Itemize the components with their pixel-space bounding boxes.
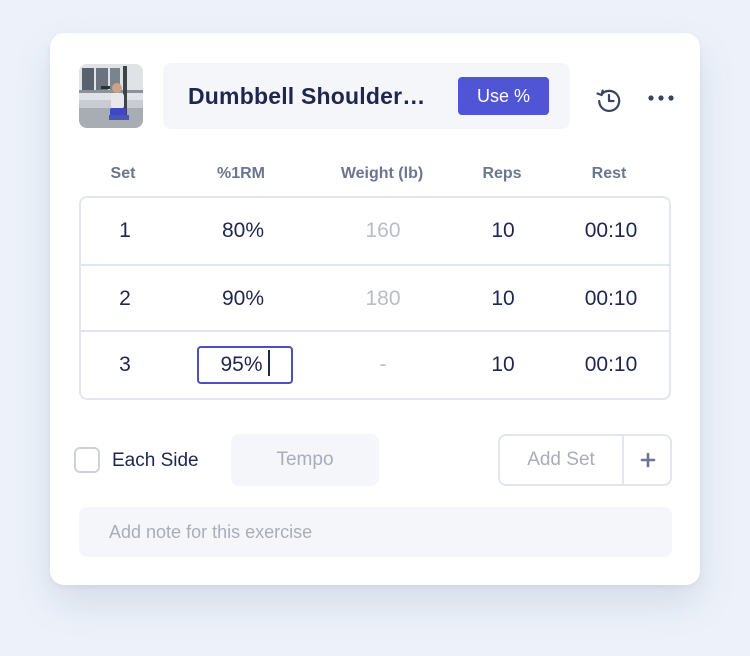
add-set-button[interactable]: Add Set	[500, 436, 622, 484]
exercise-title-box: Dumbbell Shoulder… Use %	[163, 63, 570, 129]
column-header-set: Set	[110, 165, 136, 182]
tempo-input[interactable]: Tempo	[231, 434, 379, 486]
weight-field[interactable]: 160	[323, 198, 443, 264]
set-number: 1	[119, 219, 131, 242]
weight-field[interactable]: -	[323, 332, 443, 398]
history-icon[interactable]	[594, 85, 624, 115]
each-side-checkbox[interactable]	[74, 447, 100, 473]
exercise-thumbnail[interactable]	[79, 64, 143, 128]
more-icon[interactable]	[647, 88, 675, 108]
use-percent-button[interactable]: Use %	[458, 77, 549, 115]
sets-table: 1 80% 160 10 00:10 2 90% 180 10 00:10 3 …	[79, 196, 671, 400]
set-row: 2 90% 180 10 00:10	[81, 264, 669, 332]
percent-1rm-input-active[interactable]: 95%	[197, 346, 293, 384]
set-row: 3 95% - 10 00:10	[81, 330, 669, 398]
percent-1rm-field[interactable]: 90%	[193, 266, 293, 332]
set-number: 2	[119, 287, 131, 310]
set-row: 1 80% 160 10 00:10	[81, 198, 669, 264]
rest-field[interactable]: 00:10	[571, 266, 651, 332]
add-set-group: Add Set	[498, 434, 672, 486]
exercise-card: Dumbbell Shoulder… Use % Set %1RM Weight…	[50, 33, 700, 585]
each-side-label: Each Side	[112, 450, 199, 471]
exercise-note-input[interactable]: Add note for this exercise	[79, 507, 672, 557]
exercise-title[interactable]: Dumbbell Shoulder…	[188, 83, 438, 110]
rest-field[interactable]: 00:10	[571, 332, 651, 398]
percent-1rm-field[interactable]: 80%	[193, 198, 293, 264]
reps-field[interactable]: 10	[463, 332, 543, 398]
plus-icon[interactable]	[622, 436, 672, 484]
percent-1rm-value: 95%	[220, 353, 263, 376]
set-number: 3	[119, 353, 131, 376]
text-caret	[267, 350, 270, 377]
column-header-weight: Weight (lb)	[340, 165, 424, 182]
column-header-rest: Rest	[591, 165, 627, 182]
reps-field[interactable]: 10	[463, 198, 543, 264]
reps-field[interactable]: 10	[463, 266, 543, 332]
column-header-1rm: %1RM	[216, 165, 265, 182]
column-header-reps: Reps	[482, 165, 522, 182]
rest-field[interactable]: 00:10	[571, 198, 651, 264]
weight-field[interactable]: 180	[323, 266, 443, 332]
